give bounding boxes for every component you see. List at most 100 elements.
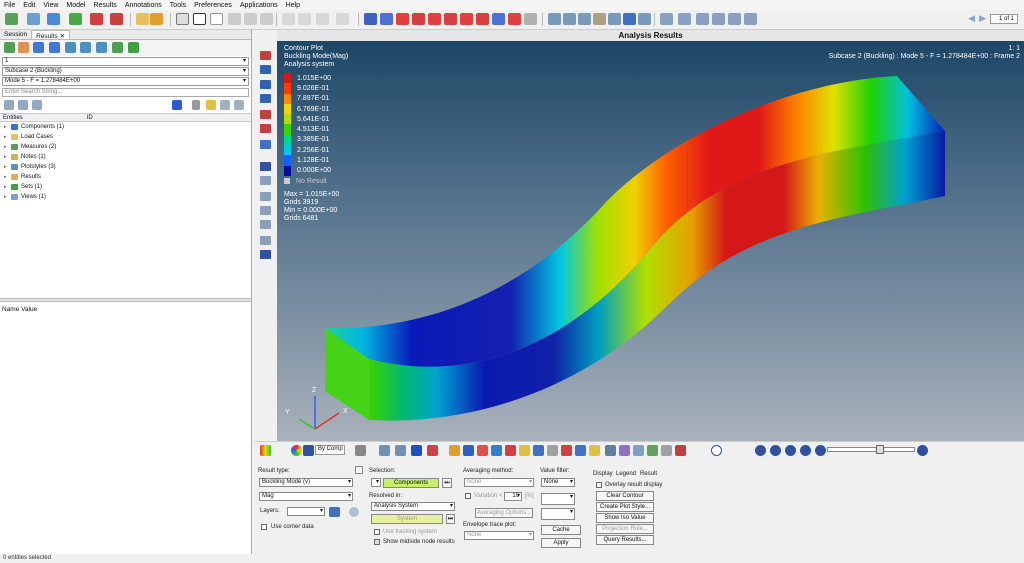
result-type-expand[interactable]: [355, 466, 363, 474]
layers-filter-icon[interactable]: [329, 507, 340, 517]
mesh-icon[interactable]: [379, 445, 390, 456]
vtool-icon-3[interactable]: [260, 80, 271, 89]
graphics-viewport[interactable]: Z Y X Contour Plot Buckling Mode(Mag) An…: [277, 41, 1024, 441]
cache-button[interactable]: Cache: [541, 525, 581, 535]
transparency-icon[interactable]: [411, 445, 422, 456]
variation-input[interactable]: 10: [504, 492, 522, 501]
page-dropdown[interactable]: 1: [2, 57, 249, 66]
value-filter-min[interactable]: [541, 493, 575, 505]
vtool-icon-12[interactable]: [260, 220, 271, 229]
envelope-dropdown[interactable]: None: [464, 531, 534, 540]
zoom-window-icon[interactable]: [578, 13, 591, 25]
browser-icon-3[interactable]: [33, 42, 44, 53]
stats-icon[interactable]: [675, 445, 686, 456]
model-view-3-icon[interactable]: [696, 13, 709, 25]
contour-tool-icon[interactable]: [449, 445, 460, 456]
browser-icon-1[interactable]: [4, 42, 15, 53]
panel-splitter[interactable]: [0, 298, 251, 302]
browser-icon-2[interactable]: [18, 42, 29, 53]
vtool-icon-4[interactable]: [260, 94, 271, 103]
tab-results[interactable]: Results ✕: [31, 30, 71, 40]
component-dropdown[interactable]: Mag: [259, 492, 353, 501]
paste-icon[interactable]: [298, 13, 311, 25]
anim-mode-icon[interactable]: [711, 445, 722, 456]
query-results-button[interactable]: Query Results...: [596, 535, 654, 545]
vector-icon[interactable]: [477, 445, 488, 456]
vtool-icon-11[interactable]: [260, 206, 271, 215]
tree-item[interactable]: ▸ Load Cases: [0, 132, 251, 142]
expand-arrow-icon[interactable]: ▸: [4, 194, 8, 200]
query-icon[interactable]: [533, 445, 544, 456]
browser-icon-7[interactable]: [96, 42, 107, 53]
layers-settings-icon[interactable]: [349, 507, 359, 517]
use-corner-data-checkbox[interactable]: [261, 524, 267, 530]
feature-icon[interactable]: [395, 445, 406, 456]
deform-icon[interactable]: [463, 445, 474, 456]
notes-icon[interactable]: [136, 13, 149, 25]
contour-legend[interactable]: 1.015E+00 9.026E-01 7.897E-01 6.769E-01 5.64…: [284, 73, 331, 185]
subcase-dropdown[interactable]: Subcase 2 (Buckling): [2, 67, 249, 76]
select-cursor-icon[interactable]: [192, 100, 200, 110]
page-layout-icon[interactable]: [193, 13, 206, 25]
averaging-options-button[interactable]: Averaging Options...: [475, 508, 533, 518]
page-new-icon[interactable]: [176, 13, 189, 25]
video-icon[interactable]: [619, 445, 630, 456]
view-back-icon[interactable]: [476, 13, 489, 25]
apply-button[interactable]: Apply: [541, 538, 581, 548]
fit-icon[interactable]: [364, 13, 377, 25]
marker-icon[interactable]: [519, 445, 530, 456]
page-number-field[interactable]: 1 of 1: [990, 13, 1018, 24]
prev-frame-icon[interactable]: [770, 445, 781, 456]
menu-model[interactable]: Model: [66, 2, 85, 9]
contour-icon[interactable]: [260, 445, 271, 456]
tab-legend[interactable]: Legend: [616, 471, 636, 477]
window-split-icon[interactable]: [228, 13, 241, 25]
expand-arrow-icon[interactable]: ▸: [4, 134, 8, 140]
show-midside-checkbox[interactable]: [374, 539, 380, 545]
vtool-icon-2[interactable]: [260, 65, 271, 74]
report-icon[interactable]: [661, 445, 672, 456]
spin-icon[interactable]: [623, 13, 636, 25]
layers-dropdown[interactable]: [287, 507, 325, 516]
next-page-icon[interactable]: ▶: [979, 13, 986, 24]
section-icon[interactable]: [427, 445, 438, 456]
variation-checkbox[interactable]: [465, 493, 471, 499]
menu-edit[interactable]: Edit: [23, 2, 35, 9]
vtool-icon-6[interactable]: [260, 124, 271, 133]
averaging-dropdown[interactable]: None: [464, 478, 534, 487]
tree-item[interactable]: ▸ Views (1): [0, 192, 251, 202]
measure-icon[interactable]: [547, 445, 558, 456]
clear-contour-button[interactable]: Clear Contour: [596, 491, 654, 501]
window-cascade-icon[interactable]: [260, 13, 273, 25]
menu-applications[interactable]: Applications: [240, 2, 278, 9]
tree-item[interactable]: ▸ Notes (1): [0, 152, 251, 162]
capture-icon[interactable]: [110, 13, 123, 25]
tensor-icon[interactable]: [491, 445, 502, 456]
animation-slider[interactable]: [827, 445, 915, 454]
system-button[interactable]: System: [371, 514, 443, 524]
browser-icon-8[interactable]: [112, 42, 123, 53]
expand-arrow-icon[interactable]: ▸: [4, 174, 8, 180]
browser-icon-4[interactable]: [49, 42, 60, 53]
overlay-checkbox[interactable]: [596, 482, 602, 488]
result-type-dropdown[interactable]: Buckling Mode (v): [259, 478, 353, 487]
components-button[interactable]: Components: [383, 478, 439, 488]
align-icon[interactable]: [633, 445, 644, 456]
open-session-icon[interactable]: [5, 13, 18, 25]
filter-icon-2[interactable]: [18, 100, 28, 110]
browser-icon-6[interactable]: [80, 42, 91, 53]
view-front-icon[interactable]: [460, 13, 473, 25]
view-top-icon[interactable]: [396, 13, 409, 25]
color-by-dropdown[interactable]: By Comp: [315, 445, 345, 455]
vtool-icon-10[interactable]: [260, 192, 271, 201]
view-bottom-icon[interactable]: [412, 13, 425, 25]
browser-icon-9[interactable]: [128, 42, 139, 53]
close-icon[interactable]: ✕: [60, 33, 65, 40]
window-tile-icon[interactable]: [244, 13, 257, 25]
tree-item[interactable]: ▸ Results: [0, 172, 251, 182]
system-advanced-button[interactable]: ⏭: [446, 514, 455, 524]
view-axis-icon[interactable]: [508, 13, 521, 25]
overlay-icon[interactable]: [336, 13, 349, 25]
tree-item[interactable]: ▸ Plotstyles (3): [0, 162, 251, 172]
animation-icon[interactable]: [605, 445, 616, 456]
